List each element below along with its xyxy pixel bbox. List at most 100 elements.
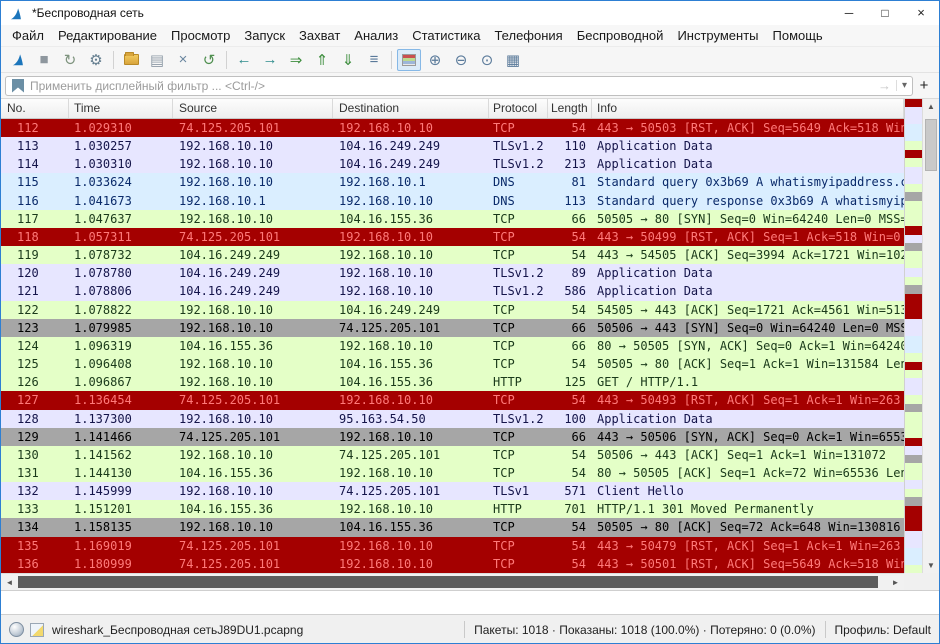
minimap-stripe (905, 107, 922, 115)
scroll-up-button[interactable]: ▲ (923, 99, 939, 114)
packet-row[interactable]: 1281.137300192.168.10.1095.163.54.50TLSv… (1, 410, 904, 428)
packet-minimap[interactable] (904, 99, 922, 573)
column-header-no[interactable]: No. (1, 99, 69, 118)
packet-row[interactable]: 1231.079985192.168.10.1074.125.205.101TC… (1, 319, 904, 337)
maximize-button[interactable]: □ (867, 1, 903, 25)
menu-statistics[interactable]: Статистика (405, 25, 487, 47)
scroll-right-button[interactable]: ► (887, 578, 904, 587)
cell-source: 192.168.10.10 (173, 482, 333, 500)
column-header-protocol[interactable]: Protocol (489, 99, 548, 118)
cell-source: 104.16.155.36 (173, 337, 333, 355)
colorize-icon[interactable] (397, 49, 421, 71)
open-file-icon[interactable] (119, 49, 143, 71)
restart-capture-icon[interactable]: ↻ (58, 49, 82, 71)
cell-length: 81 (548, 173, 592, 191)
filter-bookmark-icon[interactable] (12, 79, 24, 93)
go-back-icon[interactable]: ← (232, 49, 256, 71)
packet-row[interactable]: 1341.158135192.168.10.10104.16.155.36TCP… (1, 518, 904, 536)
go-to-packet-icon[interactable]: ⇒ (284, 49, 308, 71)
zoom-normal-icon[interactable]: ⊙ (475, 49, 499, 71)
menu-view[interactable]: Просмотр (164, 25, 237, 47)
minimap-stripe (905, 438, 922, 446)
minimize-button[interactable]: ─ (831, 1, 867, 25)
capture-comment-icon[interactable] (30, 623, 44, 637)
packet-row[interactable]: 1131.030257192.168.10.10104.16.249.249TL… (1, 137, 904, 155)
filter-add-button[interactable]: + (913, 77, 935, 94)
packet-row[interactable]: 1221.078822192.168.10.10104.16.249.249TC… (1, 301, 904, 319)
profile-label[interactable]: Профиль: Default (835, 623, 932, 637)
menu-telephony[interactable]: Телефония (487, 25, 569, 47)
packet-row[interactable]: 1251.096408192.168.10.10104.16.155.36TCP… (1, 355, 904, 373)
horizontal-scrollbar[interactable]: ◄ ► (1, 573, 904, 590)
column-header-time[interactable]: Time (69, 99, 173, 118)
menu-tools[interactable]: Инструменты (670, 25, 765, 47)
filter-dropdown-caret-icon[interactable]: ▾ (896, 80, 907, 91)
go-forward-icon[interactable]: → (258, 49, 282, 71)
packet-row[interactable]: 1331.151201104.16.155.36192.168.10.10HTT… (1, 500, 904, 518)
expert-info-icon[interactable] (9, 622, 24, 637)
menu-go[interactable]: Запуск (237, 25, 292, 47)
menu-capture[interactable]: Захват (292, 25, 347, 47)
reload-file-icon[interactable]: ↺ (197, 49, 221, 71)
resize-columns-icon[interactable]: ▦ (501, 49, 525, 71)
start-capture-icon[interactable] (6, 49, 30, 71)
column-header-info[interactable]: Info (592, 99, 904, 118)
packet-row[interactable]: 1321.145999192.168.10.1074.125.205.101TL… (1, 482, 904, 500)
minimap-stripe (905, 235, 922, 243)
packet-row[interactable]: 1261.096867192.168.10.10104.16.155.36HTT… (1, 373, 904, 391)
packet-row[interactable]: 1211.078806104.16.249.249192.168.10.10TL… (1, 282, 904, 300)
packet-row[interactable]: 1241.096319104.16.155.36192.168.10.10TCP… (1, 337, 904, 355)
packet-row[interactable]: 1311.144130104.16.155.36192.168.10.10TCP… (1, 464, 904, 482)
display-filter-box[interactable]: → ▾ (5, 76, 913, 96)
packet-row[interactable]: 1201.078780104.16.249.249192.168.10.10TL… (1, 264, 904, 282)
packet-row[interactable]: 1271.13645474.125.205.101192.168.10.10TC… (1, 391, 904, 409)
minimap-stripe (905, 268, 922, 276)
cell-info: Application Data (592, 282, 904, 300)
column-header-destination[interactable]: Destination (333, 99, 489, 118)
save-file-icon[interactable]: ▤ (145, 49, 169, 71)
packet-row[interactable]: 1121.02931074.125.205.101192.168.10.10TC… (1, 119, 904, 137)
packet-row[interactable]: 1351.16901974.125.205.101192.168.10.10TC… (1, 537, 904, 555)
cell-destination: 192.168.10.10 (333, 337, 489, 355)
menu-analyze[interactable]: Анализ (347, 25, 405, 47)
close-button[interactable]: × (903, 1, 939, 25)
menu-edit[interactable]: Редактирование (51, 25, 164, 47)
vertical-scrollbar[interactable]: ▲ ▼ (922, 99, 939, 573)
filter-apply-icon[interactable]: → (878, 78, 891, 93)
packet-row[interactable]: 1191.078732104.16.249.249192.168.10.10TC… (1, 246, 904, 264)
packet-row[interactable]: 1361.18099974.125.205.101192.168.10.10TC… (1, 555, 904, 573)
packet-row[interactable]: 1301.141562192.168.10.1074.125.205.101TC… (1, 446, 904, 464)
minimap-stripe (905, 328, 922, 336)
close-file-icon[interactable]: × (171, 49, 195, 71)
cell-info: Standard query response 0x3b69 A whatism… (592, 192, 904, 210)
menu-wireless[interactable]: Беспроводной (570, 25, 671, 47)
menu-file[interactable]: Файл (5, 25, 51, 47)
minimap-stripe (905, 302, 922, 310)
stop-capture-icon[interactable]: ■ (32, 49, 56, 71)
vertical-scroll-thumb[interactable] (925, 119, 937, 171)
cell-destination: 104.16.155.36 (333, 373, 489, 391)
packet-row[interactable]: 1161.041673192.168.10.1192.168.10.10DNS1… (1, 192, 904, 210)
zoom-in-icon[interactable]: ⊕ (423, 49, 447, 71)
horizontal-scroll-track[interactable] (18, 574, 887, 590)
scroll-left-button[interactable]: ◄ (1, 578, 18, 587)
column-header-length[interactable]: Length (548, 99, 592, 118)
autoscroll-icon[interactable]: ≡ (362, 49, 386, 71)
cell-protocol: TCP (489, 446, 548, 464)
cell-protocol: TCP (489, 464, 548, 482)
menu-help[interactable]: Помощь (766, 25, 830, 47)
vertical-scroll-track[interactable] (923, 114, 939, 558)
packet-row[interactable]: 1181.05731174.125.205.101192.168.10.10TC… (1, 228, 904, 246)
packet-row[interactable]: 1151.033624192.168.10.10192.168.10.1DNS8… (1, 173, 904, 191)
zoom-out-icon[interactable]: ⊖ (449, 49, 473, 71)
go-last-icon[interactable]: ⇓ (336, 49, 360, 71)
packet-row[interactable]: 1141.030310192.168.10.10104.16.249.249TL… (1, 155, 904, 173)
go-first-icon[interactable]: ⇑ (310, 49, 334, 71)
packet-row[interactable]: 1171.047637192.168.10.10104.16.155.36TCP… (1, 210, 904, 228)
capture-options-icon[interactable]: ⚙ (84, 49, 108, 71)
packet-row[interactable]: 1291.14146674.125.205.101192.168.10.10TC… (1, 428, 904, 446)
display-filter-input[interactable] (30, 79, 873, 93)
scroll-down-button[interactable]: ▼ (923, 558, 939, 573)
horizontal-scroll-thumb[interactable] (18, 576, 878, 588)
column-header-source[interactable]: Source (173, 99, 333, 118)
